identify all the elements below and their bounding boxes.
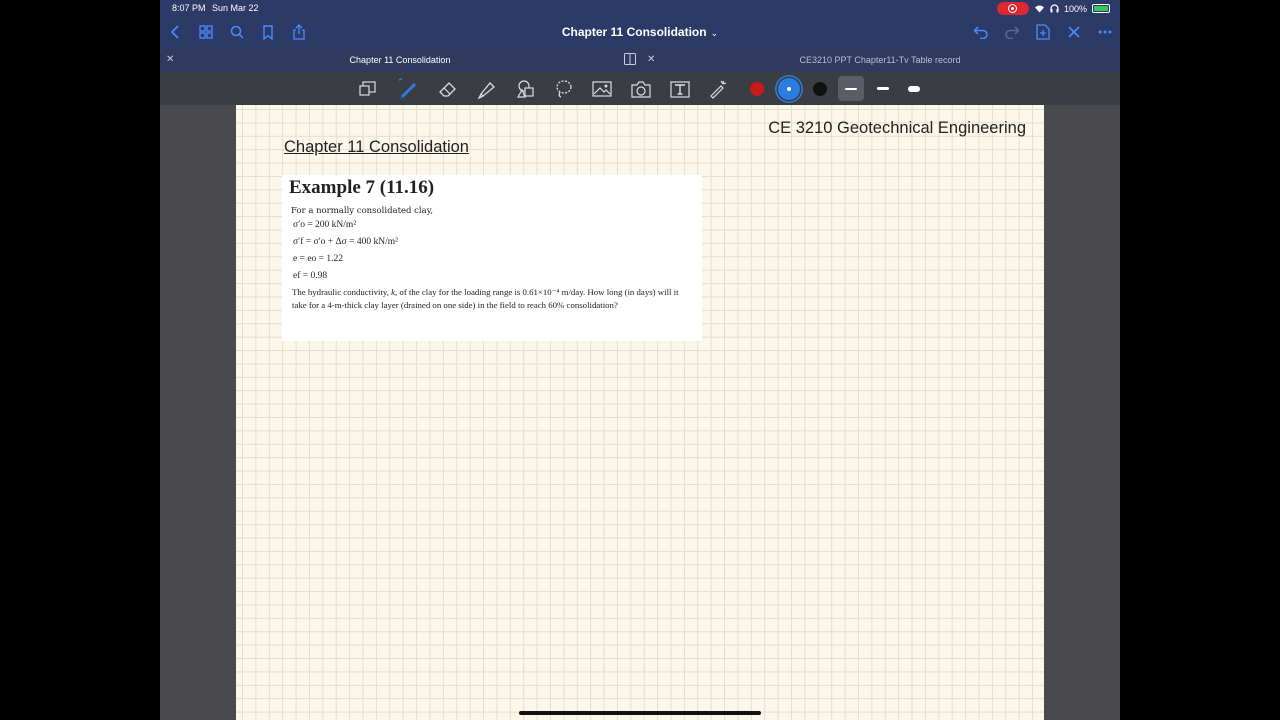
problem-statement: The hydraulic conductivity, k, of the cl… — [292, 287, 679, 310]
chevron-down-icon: ⌄ — [710, 28, 719, 38]
lasso-icon[interactable] — [552, 77, 576, 101]
navigation-bar: Chapter 11 Consolidation ⌄ — [160, 17, 1120, 48]
color-blue-swatch[interactable] — [778, 78, 800, 100]
drawing-toolbar — [160, 72, 1120, 105]
text-icon[interactable] — [668, 77, 692, 101]
tab-bar: ✕ Chapter 11 Consolidation ✕ CE3210 PPT … — [160, 48, 1120, 72]
status-date: Sun Mar 22 — [212, 3, 259, 13]
redo-icon[interactable] — [1003, 23, 1021, 41]
undo-icon[interactable] — [972, 23, 990, 41]
course-title: CE 3210 Geotechnical Engineering — [768, 119, 1026, 137]
highlighter-icon[interactable] — [475, 77, 499, 101]
battery-percent: 100% — [1063, 3, 1087, 14]
given-sigma-f: σ′f = σ′o + Δσ = 400 kN/m² — [293, 236, 398, 247]
status-time: 8:07 PM — [172, 3, 206, 13]
image-icon[interactable] — [590, 77, 614, 101]
stroke-thin-button[interactable] — [838, 76, 864, 101]
headphones-icon — [1050, 4, 1059, 13]
chapter-heading: Chapter 11 Consolidation — [284, 138, 469, 156]
eraser-icon[interactable] — [436, 77, 460, 101]
status-bar: 8:07 PM Sun Mar 22 100% — [160, 0, 1120, 17]
zoom-box-icon[interactable] — [356, 77, 380, 101]
close-icon[interactable] — [1065, 23, 1083, 41]
ipad-screen: 8:07 PM Sun Mar 22 100% Chapter 11 Conso… — [160, 0, 1120, 720]
color-black-swatch[interactable] — [813, 82, 827, 96]
given-ef: ef = 0.98 — [293, 270, 328, 281]
given-sigma-o: σ′o = 200 kN/m² — [293, 219, 357, 230]
shapes-icon[interactable] — [514, 77, 538, 101]
split-view-icon[interactable] — [624, 53, 636, 67]
laser-pointer-icon[interactable] — [706, 77, 730, 101]
document-canvas[interactable]: CE 3210 Geotechnical Engineering Chapter… — [160, 105, 1120, 720]
tab-chapter-11[interactable]: Chapter 11 Consolidation — [160, 48, 640, 72]
status-right: 100% — [996, 2, 1110, 15]
screen-recording-icon[interactable] — [996, 2, 1029, 15]
given-e: e = eo = 1.22 — [293, 253, 344, 264]
document-title-text: Chapter 11 Consolidation — [561, 25, 707, 39]
example-image: Example 7 (11.16) For a normally consoli… — [282, 175, 702, 341]
tab-label: CE3210 PPT Chapter11-Tv Table record — [799, 55, 961, 65]
tab-label: Chapter 11 Consolidation — [349, 55, 451, 65]
stroke-medium-button[interactable] — [870, 76, 896, 101]
example-heading: Example 7 (11.16) — [289, 177, 435, 198]
tab-ce3210-ppt[interactable]: CE3210 PPT Chapter11-Tv Table record — [640, 48, 1120, 72]
example-intro: For a normally consolidated clay, — [291, 206, 434, 216]
pen-icon[interactable] — [396, 77, 420, 101]
home-indicator[interactable] — [519, 711, 761, 715]
stroke-thick-button[interactable] — [901, 76, 927, 101]
camera-icon[interactable] — [629, 77, 653, 101]
add-page-icon[interactable] — [1034, 23, 1052, 41]
color-red-swatch[interactable] — [750, 82, 764, 96]
wifi-icon — [1034, 5, 1044, 13]
battery-icon — [1092, 4, 1110, 13]
more-icon[interactable] — [1096, 23, 1114, 41]
notebook-page[interactable]: CE 3210 Geotechnical Engineering Chapter… — [236, 105, 1044, 720]
